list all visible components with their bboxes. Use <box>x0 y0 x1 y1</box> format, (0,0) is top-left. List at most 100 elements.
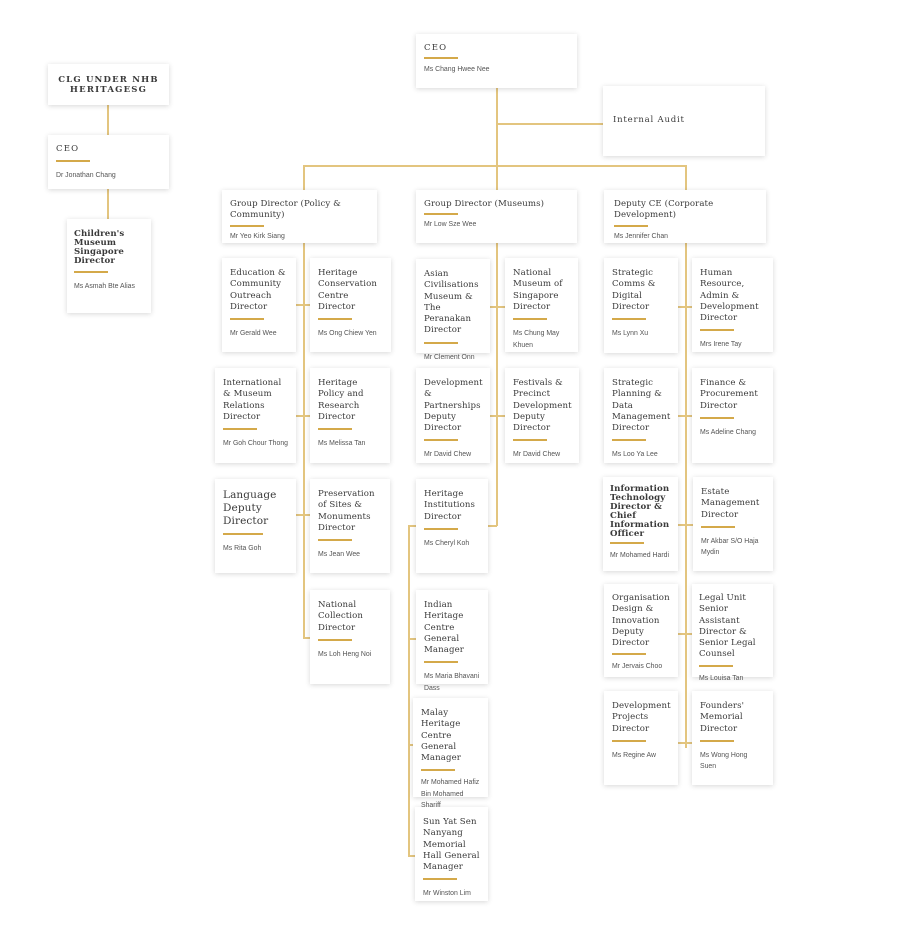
accent-underline <box>223 533 263 535</box>
connector <box>490 415 505 417</box>
nhb-ceo-card: CEO Ms Chang Hwee Nee <box>416 34 577 88</box>
unit-card: Preservation of Sites & Monuments Direct… <box>310 479 390 573</box>
card-title: Strategic Comms & Digital Director <box>612 268 656 312</box>
accent-underline <box>700 416 734 419</box>
card-name: Ms Rita Goh <box>223 545 262 552</box>
accent-underline <box>424 439 458 442</box>
group-head-card: Deputy CE (Corporate Development) Ms Jen… <box>604 190 766 243</box>
connector <box>303 165 305 190</box>
card-title: CEO <box>56 144 80 154</box>
card-title: Development & Partnerships Deputy Direct… <box>424 378 483 434</box>
card-title: Children's Museum Singapore Director <box>74 229 125 266</box>
accent-underline <box>230 224 264 227</box>
card-title: Finance & Procurement Director <box>700 378 758 411</box>
card-title: Founders' Memorial Director <box>700 701 745 734</box>
card-name: Ms Lynn Xu <box>612 330 649 338</box>
connector <box>496 88 498 190</box>
card-title: Preservation of Sites & Monuments Direct… <box>318 489 375 533</box>
card-name: Dr Jonathan Chang <box>56 172 116 180</box>
clg-header-title: CLG UNDER NHB HERITAGESG <box>58 74 159 95</box>
accent-underline <box>223 428 257 431</box>
accent-underline <box>424 527 458 530</box>
connector <box>678 633 693 635</box>
card-name: Ms Chang Hwee Nee <box>424 66 490 74</box>
connector <box>678 742 693 744</box>
group-head-card: Group Director (Museums) Mr Low Sze Wee <box>416 190 577 243</box>
card-name: Ms Jennifer Chan <box>614 232 669 240</box>
accent-underline <box>421 769 455 772</box>
accent-underline <box>424 661 458 664</box>
card-name: Mr Clement Onn <box>424 353 475 361</box>
card-title: Language Deputy Director <box>223 489 277 527</box>
childrens-museum-card: Children's Museum Singapore Director Ms … <box>67 219 151 313</box>
card-name: Ms Ong Chiew Yen <box>318 330 377 338</box>
accent-underline <box>56 160 90 163</box>
unit-card: International & Museum Relations Directo… <box>215 368 296 463</box>
accent-underline <box>610 542 644 544</box>
group-head-card: Group Director (Policy & Community) Mr Y… <box>222 190 377 243</box>
accent-underline <box>230 318 264 321</box>
connector <box>303 243 305 638</box>
card-title: Heritage Conservation Centre Director <box>318 268 377 312</box>
card-name: Mr Akbar S/O Haja Mydin <box>701 537 759 557</box>
unit-card: National Museum of Singapore Director Ms… <box>505 258 578 352</box>
card-title: Malay Heritage Centre General Manager <box>421 708 461 764</box>
card-title: Estate Management Director <box>701 487 760 520</box>
connector <box>303 165 686 167</box>
accent-underline <box>424 213 458 216</box>
accent-underline <box>699 664 733 667</box>
unit-card: Human Resource, Admin & Development Dire… <box>692 258 773 352</box>
card-title: Legal Unit Senior Assistant Director & S… <box>699 593 756 660</box>
accent-underline <box>318 638 352 641</box>
clg-ceo-card: CEO Dr Jonathan Chang <box>48 135 169 189</box>
card-title: National Museum of Singapore Director <box>513 268 563 312</box>
card-name: Mrs Irene Tay <box>700 341 742 349</box>
card-name: Ms Cheryl Koh <box>424 539 470 547</box>
clg-header-card: CLG UNDER NHB HERITAGESG <box>48 64 169 105</box>
connector <box>685 243 687 748</box>
card-title: Strategic Planning & Data Management Dir… <box>612 378 671 434</box>
unit-card: Development & Partnerships Deputy Direct… <box>416 368 490 463</box>
card-title: Development Projects Director <box>612 701 671 734</box>
connector <box>107 189 109 219</box>
accent-underline <box>318 539 352 542</box>
card-title: Information Technology Director & Chief … <box>610 484 670 539</box>
unit-card: Indian Heritage Centre General Manager M… <box>416 590 488 692</box>
unit-card: Festivals & Precinct Development Deputy … <box>505 368 579 463</box>
card-name: Ms Loh Heng Noi <box>318 650 372 658</box>
accent-underline <box>700 329 734 332</box>
connector <box>678 306 693 308</box>
accent-underline <box>612 439 646 442</box>
accent-underline <box>424 341 458 344</box>
card-name: Mr Yeo Kirk Siang <box>230 232 285 240</box>
unit-card: Heritage Conservation Centre Director Ms… <box>310 258 391 352</box>
card-name: Ms Loo Ya Lee <box>612 451 658 459</box>
card-name: Mr Mohamed Hardi <box>610 552 669 559</box>
unit-card: Founders' Memorial Director Ms Wong Hong… <box>692 691 773 785</box>
card-name: Mr Low Sze Wee <box>424 221 477 229</box>
card-name: Ms Asmah Bte Alias <box>74 283 135 290</box>
accent-underline <box>513 318 547 321</box>
unit-card: Heritage Institutions Director Ms Cheryl… <box>416 479 488 573</box>
connector <box>496 243 498 526</box>
unit-card: Legal Unit Senior Assistant Director & S… <box>692 584 773 682</box>
card-name: Mr Goh Chour Thong <box>223 440 288 448</box>
connector <box>303 637 310 639</box>
unit-card: Asian Civilisations Museum & The Peranak… <box>416 259 490 361</box>
unit-card: Strategic Comms & Digital Director Ms Ly… <box>604 258 678 353</box>
unit-card: Strategic Planning & Data Management Dir… <box>604 368 678 463</box>
card-name: Mr David Chew <box>424 451 472 459</box>
card-name: Mr Winston Lim <box>423 890 471 898</box>
card-title: Heritage Policy and Research Director <box>318 378 364 422</box>
unit-card: Education & Community Outreach Director … <box>222 258 296 352</box>
card-title: Festivals & Precinct Development Deputy … <box>513 378 572 434</box>
card-name: Ms Wong Hong Suen <box>700 751 748 771</box>
card-title: CEO <box>424 43 448 53</box>
connector <box>408 525 416 527</box>
card-title: Sun Yat Sen Nanyang Memorial Hall Genera… <box>423 817 480 873</box>
card-title: Organisation Design & Innovation Deputy … <box>612 593 670 649</box>
accent-underline <box>614 224 648 227</box>
card-name: Ms Melissa Tan <box>318 440 366 448</box>
accent-underline <box>612 318 646 321</box>
card-name: Mr David Chew <box>513 451 561 459</box>
